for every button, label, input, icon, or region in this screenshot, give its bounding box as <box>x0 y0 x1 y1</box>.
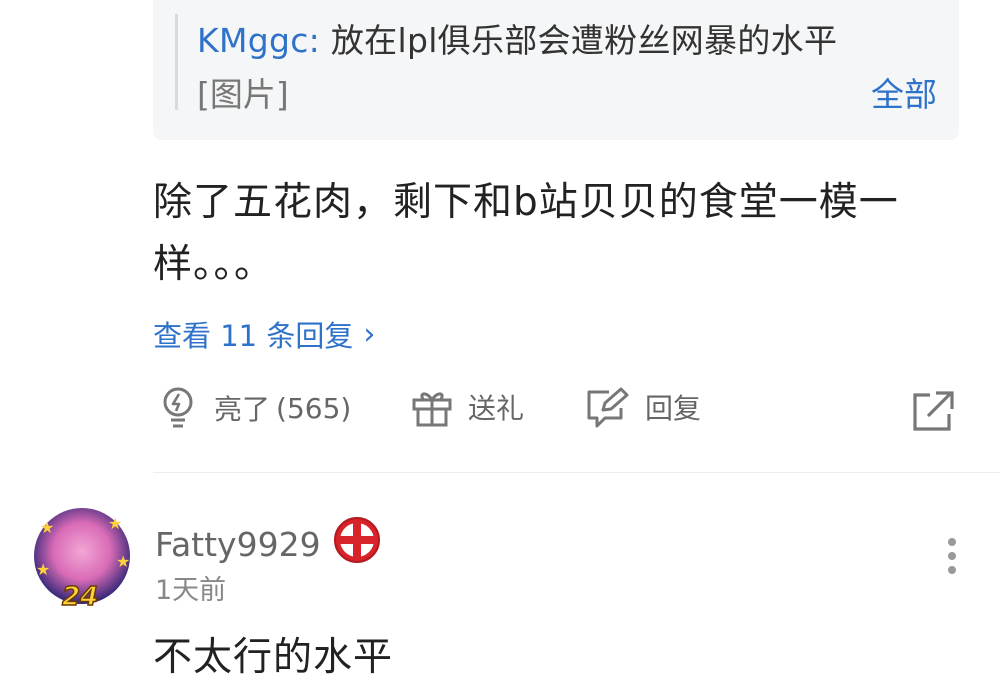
comment-text: 除了五花肉，剩下和b站贝贝的食堂一模一样。。。 <box>153 180 899 287</box>
gift-button[interactable]: 送礼 <box>410 386 524 428</box>
lightbulb-icon <box>160 386 196 430</box>
share-icon <box>912 390 956 432</box>
comment-divider <box>153 472 1000 473</box>
username-row: Fatty9929 <box>155 516 381 572</box>
like-label: 亮了 <box>214 393 271 426</box>
reply-label: 回复 <box>645 392 702 425</box>
reply-edit-icon <box>585 386 631 428</box>
star-icon: ★ <box>40 518 55 537</box>
avatar[interactable]: ★ ★ ★ ★ 24 <box>34 508 131 613</box>
post-time: 1天前 <box>155 575 227 606</box>
share-button[interactable] <box>912 390 956 432</box>
comment-text: 不太行的水平 <box>153 635 394 680</box>
avatar-level-badge: 24 <box>61 581 99 613</box>
star-icon: ★ <box>36 560 51 579</box>
quote-text: 放在lpl俱乐部会遭粉丝网暴的水平 <box>330 21 838 60</box>
username[interactable]: Fatty9929 <box>155 525 321 564</box>
like-count: (565) <box>276 391 352 425</box>
view-replies-link[interactable]: 查看 11 条回复 › <box>153 313 375 355</box>
quote-bar <box>175 14 178 110</box>
quote-line: KMggc: 放在lpl俱乐部会遭粉丝网暴的水平 <box>197 14 837 62</box>
comment-actions: 亮了 (565) 送礼 回复 <box>0 386 1000 434</box>
star-icon: ★ <box>108 514 123 533</box>
view-replies-label: 查看 11 条回复 <box>153 319 354 353</box>
team-flag-icon <box>333 516 381 572</box>
quote-author[interactable]: KMggc: <box>197 21 320 60</box>
quote-expand-all-link[interactable]: 全部 <box>871 68 937 116</box>
quoted-comment[interactable]: KMggc: 放在lpl俱乐部会遭粉丝网暴的水平 [图片] 全部 <box>153 0 959 140</box>
more-options-icon[interactable] <box>942 538 962 580</box>
gift-icon <box>410 386 454 428</box>
gift-label: 送礼 <box>468 392 525 425</box>
star-icon: ★ <box>116 552 131 571</box>
reply-button[interactable]: 回复 <box>585 386 701 428</box>
quote-image-placeholder[interactable]: [图片] <box>197 68 289 116</box>
chevron-right-icon: › <box>363 316 376 352</box>
like-button[interactable]: 亮了 (565) <box>160 386 351 430</box>
